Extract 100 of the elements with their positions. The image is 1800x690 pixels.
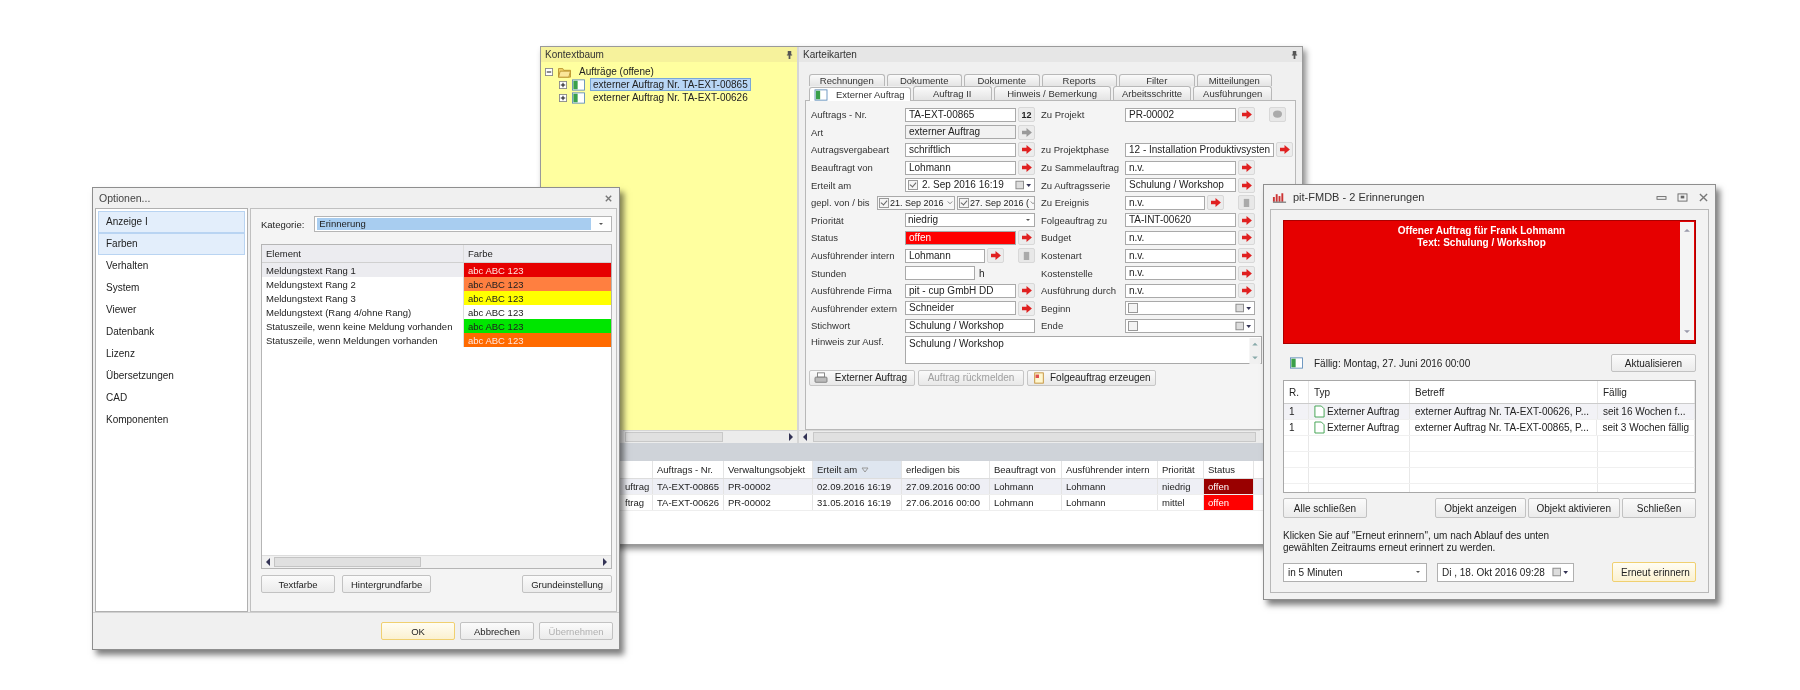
nav-item[interactable]: CAD: [98, 387, 245, 409]
scrollbar-thumb[interactable]: [625, 432, 723, 442]
text-field[interactable]: TA-INT-00620: [1125, 213, 1236, 228]
expander-icon[interactable]: [559, 80, 567, 89]
calendar-icon[interactable]: [1235, 320, 1252, 331]
lookup-button[interactable]: [1018, 160, 1035, 176]
text-field[interactable]: Schulung / Workshop: [905, 318, 1035, 333]
checkbox[interactable]: [879, 197, 889, 208]
date-field[interactable]: 21. Sep 2016: [877, 195, 955, 210]
lookup-button[interactable]: [1018, 142, 1035, 158]
tab[interactable]: Auftrag II: [912, 86, 992, 100]
close-all-button[interactable]: Alle schließen: [1283, 498, 1367, 518]
chevron-icon[interactable]: [947, 199, 953, 206]
text-field[interactable]: 12 - Installation Produktivsysten: [1125, 143, 1275, 157]
maximize-icon[interactable]: [1677, 192, 1688, 202]
lookup-button[interactable]: [1238, 107, 1255, 123]
horizontal-scrollbar[interactable]: [799, 430, 1260, 443]
number-button[interactable]: 12: [1018, 107, 1035, 123]
left-arrow-icon[interactable]: [264, 557, 272, 567]
lookup-button[interactable]: [1018, 300, 1035, 316]
text-field[interactable]: [905, 266, 975, 281]
vertical-scrollbar[interactable]: [1680, 222, 1694, 340]
nav-item[interactable]: Komponenten: [98, 409, 245, 431]
tab[interactable]: Reports: [1041, 74, 1117, 86]
lookup-button[interactable]: [1238, 212, 1255, 228]
tab[interactable]: Externer Auftrag: [809, 87, 911, 101]
column-header[interactable]: Farbe: [463, 245, 611, 262]
dropdown[interactable]: Erinnerung: [314, 216, 612, 232]
checkbox[interactable]: [1128, 320, 1138, 331]
right-arrow-icon[interactable]: [601, 557, 609, 567]
lookup-button[interactable]: [1207, 195, 1224, 211]
lookup-button[interactable]: [1018, 283, 1035, 299]
checkbox[interactable]: [1128, 303, 1138, 314]
close-icon[interactable]: [1698, 192, 1709, 202]
text-field[interactable]: n.v.: [1125, 195, 1205, 210]
lookup-button[interactable]: [1238, 177, 1255, 193]
text-field[interactable]: n.v.: [1125, 230, 1236, 245]
text-area[interactable]: Schulung / Workshop: [905, 335, 1262, 364]
column-header[interactable]: erledigen bis: [902, 461, 990, 478]
date-field[interactable]: [1125, 301, 1255, 316]
text-field[interactable]: Schulung / Workshop: [1125, 178, 1236, 193]
dropdown[interactable]: niedrig: [905, 213, 1035, 228]
column-header[interactable]: Status: [1204, 461, 1254, 478]
nav-item[interactable]: Anzeige I: [98, 211, 245, 233]
nav-item[interactable]: Übersetzungen: [98, 365, 245, 387]
text-field[interactable]: offen: [905, 230, 1016, 245]
column-header[interactable]: Beauftragt von: [990, 461, 1062, 478]
close-icon[interactable]: [604, 193, 613, 203]
lookup-button[interactable]: [1238, 230, 1255, 246]
nav-item[interactable]: System: [98, 277, 245, 299]
interval-dropdown[interactable]: in 5 Minuten: [1283, 562, 1427, 582]
tree-item[interactable]: externer Auftrag Nr. TA-EXT-00626: [590, 91, 751, 104]
action-button[interactable]: Externer Auftrag: [809, 369, 915, 386]
horizontal-scrollbar[interactable]: [262, 555, 611, 568]
column-header[interactable]: Betreff: [1410, 381, 1598, 403]
tab[interactable]: Filter: [1119, 74, 1195, 86]
dialog-button[interactable]: Abbrechen: [460, 622, 534, 640]
calendar-icon[interactable]: [1015, 180, 1032, 191]
date-field[interactable]: 2. Sep 2016 16:19: [905, 178, 1035, 193]
text-field[interactable]: Lohmann: [905, 248, 985, 263]
dialog-button[interactable]: Objekt anzeigen: [1435, 498, 1526, 518]
nav-item[interactable]: Farben: [98, 233, 245, 255]
tab[interactable]: Rechnungen: [809, 74, 885, 86]
vertical-scrollbar[interactable]: [1249, 337, 1261, 364]
text-field[interactable]: PR-00002: [1125, 107, 1236, 122]
lookup-button[interactable]: [1238, 265, 1255, 281]
calendar-icon[interactable]: [1235, 303, 1252, 314]
column-header[interactable]: Erteilt am: [813, 461, 902, 478]
text-field[interactable]: n.v.: [1125, 248, 1236, 263]
left-arrow-icon[interactable]: [801, 432, 809, 442]
nav-item[interactable]: Verhalten: [98, 255, 245, 277]
lookup-button[interactable]: [1238, 160, 1255, 176]
text-field[interactable]: pit - cup GmbH DD: [905, 283, 1016, 298]
text-field[interactable]: Schneider: [905, 301, 1016, 316]
column-header[interactable]: Typ: [1309, 381, 1410, 403]
column-header[interactable]: Fällig: [1598, 381, 1695, 403]
expander-icon[interactable]: [559, 93, 567, 102]
right-arrow-icon[interactable]: [787, 432, 795, 442]
tree-item[interactable]: Aufträge (offene): [576, 65, 657, 78]
column-header[interactable]: R.: [1284, 381, 1309, 403]
lookup-button[interactable]: [1238, 248, 1255, 264]
column-header[interactable]: Priorität: [1158, 461, 1204, 478]
lookup-button[interactable]: [1018, 124, 1035, 140]
tab[interactable]: Arbeitsschritte: [1112, 86, 1192, 100]
date-field[interactable]: 27. Sep 2016 (: [957, 195, 1035, 210]
dialog-button[interactable]: Schließen: [1622, 498, 1696, 518]
tool-button[interactable]: Textfarbe: [261, 575, 335, 593]
lookup-button[interactable]: [1276, 142, 1294, 158]
date-field[interactable]: [1125, 318, 1255, 333]
refresh-button[interactable]: Aktualisieren: [1611, 354, 1696, 372]
tab[interactable]: Ausführungen: [1193, 86, 1273, 100]
tree-item[interactable]: externer Auftrag Nr. TA-EXT-00865: [590, 78, 751, 91]
pin-icon[interactable]: [786, 50, 793, 59]
nav-item[interactable]: Lizenz: [98, 343, 245, 365]
action-button[interactable]: Folgeauftrag erzeugen: [1027, 369, 1156, 386]
checkbox[interactable]: [908, 180, 918, 191]
horizontal-scrollbar[interactable]: [623, 430, 797, 443]
lookup-button[interactable]: [987, 248, 1004, 264]
text-field[interactable]: schriftlich: [905, 143, 1016, 157]
tab[interactable]: Dokumente: [886, 74, 962, 86]
